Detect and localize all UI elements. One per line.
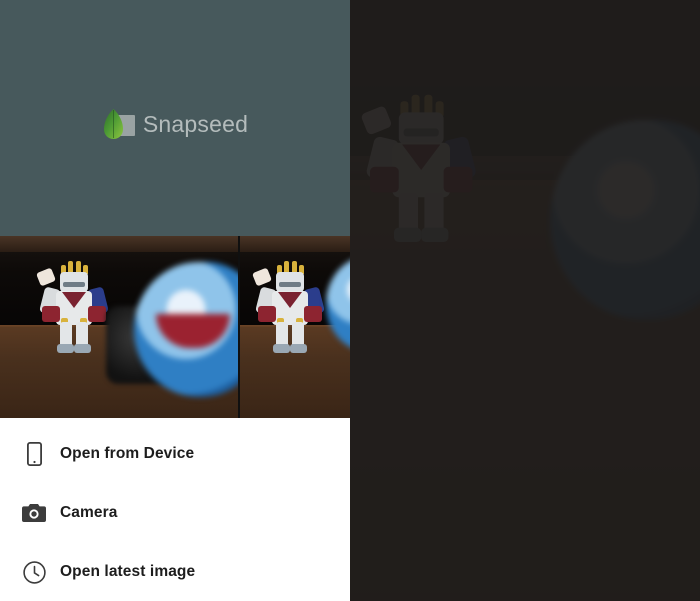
photo-thumbnail[interactable] — [0, 236, 238, 418]
tools-panel: TOOLS Tune Image Details — [350, 0, 700, 601]
menu-item-open-latest-image[interactable]: Open latest image — [0, 550, 350, 594]
camera-icon — [17, 503, 51, 523]
menu-item-label: Open from Device — [60, 445, 195, 462]
snapseed-leaf-logo-icon — [102, 108, 136, 140]
app-name: Snapseed — [142, 110, 249, 137]
clock-icon — [17, 560, 51, 584]
app-logo: Snapseed — [0, 104, 350, 144]
menu-item-label: Open latest image — [60, 563, 196, 580]
photo-thumbnail[interactable] — [240, 236, 350, 418]
snapseed-screenshot: Snapseed Open from Device Camera Open la… — [0, 0, 700, 601]
home-menu: Open from Device Camera Open latest imag… — [0, 418, 350, 601]
home-screen: Snapseed Open from Device Camera Open la… — [0, 0, 350, 601]
menu-item-label: Camera — [60, 504, 118, 521]
menu-item-camera[interactable]: Camera — [0, 491, 350, 535]
hero-background: Snapseed — [0, 0, 350, 236]
recent-photos-strip[interactable] — [0, 236, 350, 418]
menu-item-open-from-device[interactable]: Open from Device — [0, 432, 350, 476]
phone-icon — [17, 442, 51, 466]
